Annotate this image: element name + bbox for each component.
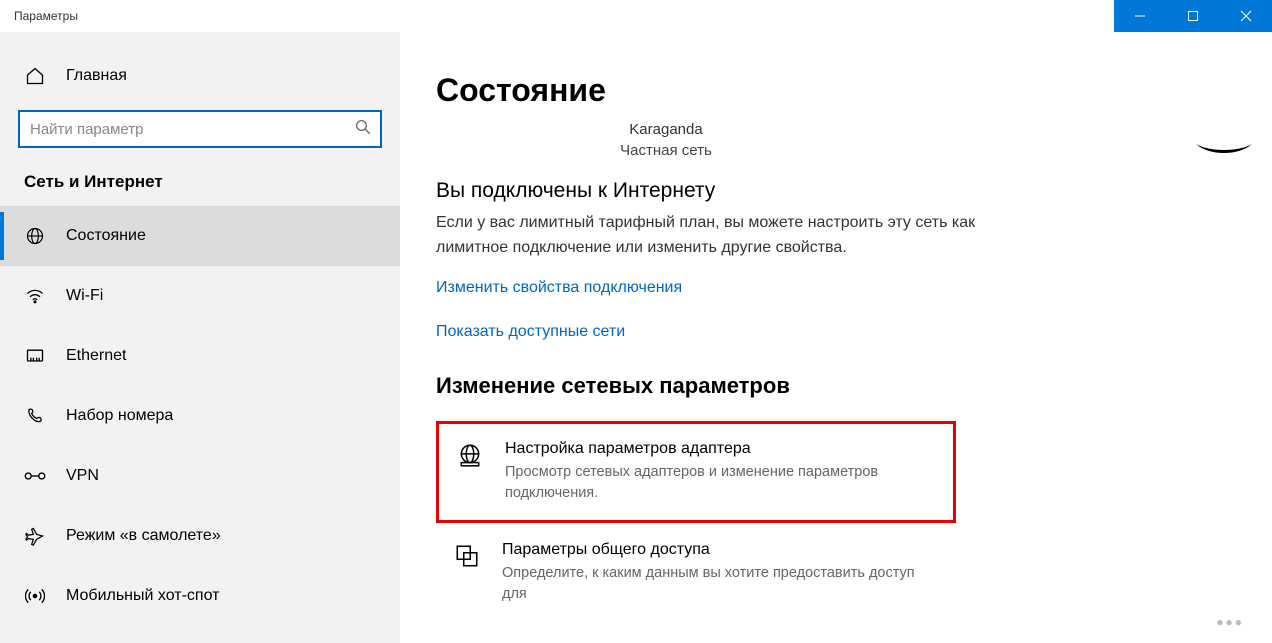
option-desc: Определите, к каким данным вы хотите пре… [502,563,938,605]
section-change-settings: Изменение сетевых параметров [436,373,1232,399]
connected-blurb: Если у вас лимитный тарифный план, вы мо… [436,211,996,261]
link-change-properties[interactable]: Изменить свойства подключения [436,279,1232,297]
option-desc: Просмотр сетевых адаптеров и изменение п… [505,462,935,504]
search-box[interactable] [18,110,382,148]
option-adapter-settings[interactable]: Настройка параметров адаптера Просмотр с… [436,421,956,523]
home-icon [24,66,46,86]
search-icon [354,118,372,141]
globe-adapter-icon [457,442,485,473]
hotspot-icon [24,586,46,606]
ellipsis-icon: ●●● [1216,615,1244,629]
vpn-icon [24,466,46,486]
nav-label: VPN [66,467,99,485]
sidebar: Главная Сеть и Интернет Состояние Wi-Fi [0,32,400,643]
link-show-networks[interactable]: Показать доступные сети [436,323,1232,341]
network-name: Karaganda [476,119,856,140]
sharing-icon [454,543,482,574]
nav-dialup[interactable]: Набор номера [0,386,400,446]
option-sharing[interactable]: Параметры общего доступа Определите, к к… [436,537,956,609]
nav-vpn[interactable]: VPN [0,446,400,506]
network-name-block: Karaganda Частная сеть [476,119,856,161]
minimize-button[interactable] [1114,0,1167,32]
phone-icon [24,406,46,426]
nav-wifi[interactable]: Wi-Fi [0,266,400,326]
globe-icon [24,226,46,246]
nav-label: Wi-Fi [66,287,103,305]
category-heading: Сеть и Интернет [0,172,400,206]
home-label: Главная [66,67,127,85]
option-title: Параметры общего доступа [502,541,938,559]
swoosh-mark [1194,142,1254,162]
network-type: Частная сеть [476,140,856,161]
nav-label: Режим «в самолете» [66,527,221,545]
ethernet-icon [24,346,46,366]
nav-hotspot[interactable]: Мобильный хот-спот [0,566,400,626]
option-title: Настройка параметров адаптера [505,440,935,458]
home-nav[interactable]: Главная [0,56,400,96]
wifi-icon [24,286,46,306]
search-input[interactable] [30,121,354,138]
close-button[interactable] [1219,0,1272,32]
nav-label: Ethernet [66,347,126,365]
window-controls [1114,0,1272,32]
nav-status[interactable]: Состояние [0,206,400,266]
maximize-button[interactable] [1167,0,1220,32]
window-title: Параметры [14,9,78,23]
nav-label: Состояние [66,227,146,245]
main-pane: Состояние Karaganda Частная сеть Вы подк… [400,32,1272,643]
page-title: Состояние [436,72,1232,109]
airplane-icon [24,526,46,546]
connected-heading: Вы подключены к Интернету [436,179,1232,203]
nav-label: Набор номера [66,407,173,425]
nav-list: Состояние Wi-Fi Ethernet Набор номера [0,206,400,626]
nav-airplane[interactable]: Режим «в самолете» [0,506,400,566]
nav-label: Мобильный хот-спот [66,587,219,605]
nav-ethernet[interactable]: Ethernet [0,326,400,386]
titlebar: Параметры [0,0,1272,32]
